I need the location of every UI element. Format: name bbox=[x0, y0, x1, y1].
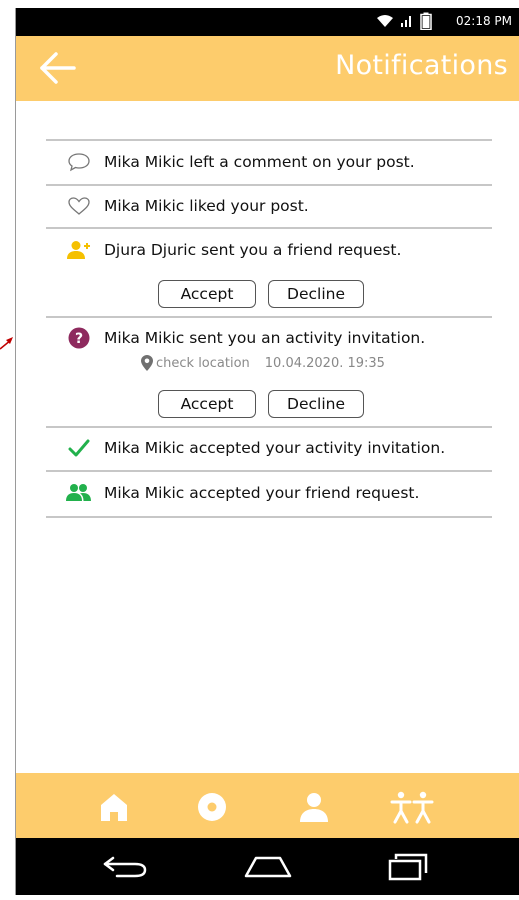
notification-item[interactable]: Mika Mikic left a comment on your post. bbox=[46, 151, 492, 173]
circle-dot-icon bbox=[198, 793, 226, 821]
notification-text: Mika Mikic left a comment on your post. bbox=[104, 153, 415, 171]
status-icons bbox=[376, 12, 432, 30]
back-button[interactable] bbox=[38, 50, 78, 86]
divider bbox=[46, 227, 492, 229]
signal-icon bbox=[401, 16, 411, 27]
system-nav-bar bbox=[16, 838, 519, 895]
comment-icon bbox=[68, 153, 90, 172]
arrow-marker-icon bbox=[0, 337, 13, 350]
bottom-nav bbox=[16, 773, 519, 838]
notifications-list: Mika Mikic left a comment on your post. … bbox=[16, 101, 519, 773]
location-pin-icon bbox=[141, 355, 153, 371]
page-title: Notifications bbox=[335, 50, 508, 81]
decline-invitation-button[interactable]: Decline bbox=[268, 390, 364, 418]
nav-home[interactable] bbox=[92, 787, 136, 827]
nav-friends[interactable] bbox=[390, 787, 434, 827]
system-back-button[interactable] bbox=[96, 852, 156, 882]
notification-item[interactable]: ? Mika Mikic sent you an activity invita… bbox=[46, 327, 492, 349]
app-bar: Notifications bbox=[16, 36, 519, 101]
add-friend-icon bbox=[67, 241, 90, 259]
notification-text: Mika Mikic accepted your activity invita… bbox=[104, 439, 446, 457]
divider bbox=[46, 470, 492, 472]
system-recents-icon bbox=[388, 853, 428, 881]
back-arrow-icon bbox=[40, 52, 76, 84]
notification-item[interactable]: Djura Djuric sent you a friend request. bbox=[46, 239, 492, 261]
divider bbox=[46, 426, 492, 428]
notification-text: Mika Mikic accepted your friend request. bbox=[104, 484, 420, 502]
status-bar: 02:18 PM bbox=[16, 8, 519, 36]
accept-invitation-button[interactable]: Accept bbox=[158, 390, 256, 418]
system-recents-button[interactable] bbox=[378, 852, 438, 882]
divider bbox=[46, 184, 492, 186]
divider bbox=[46, 516, 492, 518]
invitation-date: 10.04.2020. 19:35 bbox=[264, 355, 385, 371]
phone-screen: 02:18 PM Notifications Mika Mikic left a… bbox=[15, 8, 519, 895]
accept-friend-button[interactable]: Accept bbox=[158, 280, 256, 308]
system-home-icon bbox=[244, 856, 292, 878]
friends-icon bbox=[66, 484, 91, 501]
status-time: 02:18 PM bbox=[456, 14, 512, 28]
notification-item[interactable]: Mika Mikic accepted your friend request. bbox=[46, 482, 492, 504]
home-icon bbox=[101, 794, 127, 821]
wifi-icon bbox=[377, 15, 393, 27]
check-location-link[interactable]: check location bbox=[156, 356, 250, 371]
divider bbox=[46, 139, 492, 141]
divider bbox=[46, 316, 492, 318]
nav-activities[interactable] bbox=[190, 787, 234, 827]
notification-text: Mika Mikic liked your post. bbox=[104, 197, 309, 215]
battery-icon bbox=[420, 12, 432, 30]
decline-friend-button[interactable]: Decline bbox=[268, 280, 364, 308]
system-home-button[interactable] bbox=[238, 852, 298, 882]
heart-icon bbox=[68, 197, 90, 215]
invitation-meta: check location 10.04.2020. 19:35 bbox=[141, 355, 385, 371]
nav-profile[interactable] bbox=[292, 787, 336, 827]
notification-item[interactable]: Mika Mikic accepted your activity invita… bbox=[46, 437, 492, 459]
notification-item[interactable]: Mika Mikic liked your post. bbox=[46, 195, 492, 217]
system-back-icon bbox=[103, 856, 147, 878]
checkmark-icon bbox=[68, 439, 90, 457]
svg-text:?: ? bbox=[75, 331, 83, 347]
profile-icon bbox=[300, 793, 328, 822]
notification-text: Mika Mikic sent you an activity invitati… bbox=[104, 329, 426, 347]
people-icon bbox=[390, 791, 434, 824]
question-icon: ? bbox=[68, 327, 90, 349]
notification-text: Djura Djuric sent you a friend request. bbox=[104, 241, 402, 259]
